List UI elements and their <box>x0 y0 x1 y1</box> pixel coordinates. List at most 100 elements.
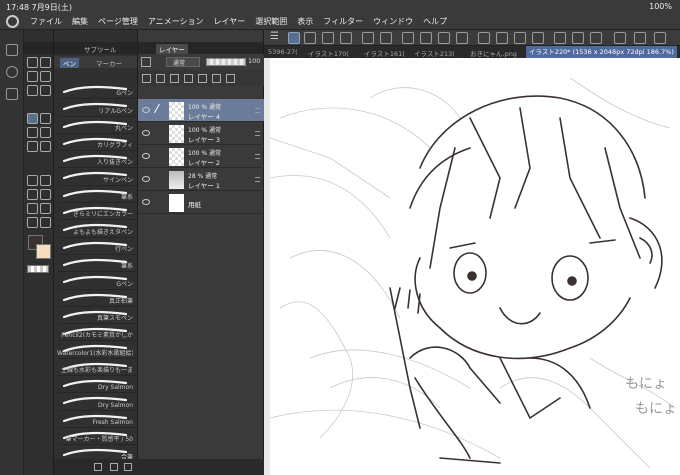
menu-icon[interactable]: ☰ <box>270 32 282 44</box>
brush-item[interactable]: よもよも描きえタペン <box>58 220 136 238</box>
snap-icon[interactable] <box>554 32 566 44</box>
visibility-eye-icon[interactable] <box>142 130 150 136</box>
layer-color-icon[interactable] <box>226 74 235 83</box>
clear-icon[interactable] <box>420 32 432 44</box>
brush-item[interactable]: 丸ペン <box>58 117 136 134</box>
layer-row-paper[interactable]: 用紙 <box>138 191 264 214</box>
line-correction-icon[interactable] <box>40 217 51 228</box>
brush-item[interactable]: サインペン <box>58 168 136 186</box>
layers-icon[interactable] <box>6 44 18 56</box>
visibility-eye-icon[interactable] <box>142 107 150 113</box>
mask-icon[interactable] <box>198 74 207 83</box>
drag-handle-icon[interactable] <box>255 131 260 136</box>
menu-window[interactable]: ウィンドウ <box>373 16 413 27</box>
move-icon[interactable] <box>40 57 51 68</box>
drag-handle-icon[interactable] <box>255 154 260 159</box>
doc-tab-3[interactable]: イラスト161( <box>364 48 405 58</box>
brush-item[interactable]: Gペン <box>58 82 136 100</box>
doc-tab-4[interactable]: イラスト213( <box>414 48 455 58</box>
app-logo-icon[interactable] <box>6 15 19 28</box>
fill-selection-icon[interactable] <box>514 32 526 44</box>
settings-icon[interactable] <box>322 32 334 44</box>
transform-icon[interactable] <box>438 32 450 44</box>
brush-item[interactable]: カリグラフィ <box>58 134 136 152</box>
tab-marker[interactable]: マーカー <box>96 58 122 68</box>
drawing-canvas[interactable]: もにょ もにょ <box>269 58 680 475</box>
airbrush-icon[interactable] <box>40 127 51 138</box>
doc-tab-active[interactable]: イラスト220* (1536 x 2048px 72dpi 186.7%) <box>526 46 677 58</box>
copy-subtool-icon[interactable] <box>110 463 118 471</box>
brush-item[interactable]: Dry Salmon <box>58 393 136 411</box>
save-icon[interactable] <box>340 32 352 44</box>
visibility-eye-icon[interactable] <box>142 176 150 182</box>
menu-view[interactable]: 表示 <box>297 16 313 27</box>
pen-check-icon[interactable] <box>614 32 626 44</box>
menu-animation[interactable]: アニメーション <box>148 16 204 27</box>
navigator-icon[interactable] <box>6 66 18 78</box>
visibility-eye-icon[interactable] <box>142 153 150 159</box>
reference-icon[interactable] <box>156 74 165 83</box>
brush-item[interactable]: ぎらミリにエンカラー <box>58 203 136 221</box>
invert-selection-icon[interactable] <box>496 32 508 44</box>
pen-pressure-icon[interactable] <box>654 32 666 44</box>
brightness-icon[interactable] <box>402 32 414 44</box>
clip-icon[interactable] <box>142 74 151 83</box>
blend-mode-select[interactable]: 通常 <box>166 57 200 67</box>
eraser-icon[interactable] <box>40 141 51 152</box>
frame-icon[interactable] <box>40 189 51 200</box>
menu-selection[interactable]: 選択範囲 <box>255 16 287 27</box>
brush-item[interactable]: リアルGペン <box>58 99 136 117</box>
layer-property-icon[interactable] <box>141 57 151 67</box>
transparent-color-swatch[interactable] <box>27 265 49 273</box>
hand-icon[interactable] <box>27 71 38 82</box>
brush-item[interactable]: 真正柏筆 <box>58 290 136 307</box>
balloon-icon[interactable] <box>27 217 38 228</box>
layer-row-4[interactable]: 100 % 通常 レイヤー 4 <box>138 99 264 122</box>
deselect-icon[interactable] <box>478 32 490 44</box>
drag-handle-icon[interactable] <box>255 108 260 113</box>
brush-item[interactable]: Fresh Salmon <box>58 411 136 428</box>
menu-edit[interactable]: 編集 <box>72 16 88 27</box>
menu-layer[interactable]: レイヤー <box>214 16 246 27</box>
layer-row-2[interactable]: 100 % 通常 レイヤー 2 <box>138 145 264 168</box>
crop-icon[interactable] <box>532 32 544 44</box>
brush-item[interactable]: Dry Salmon <box>58 376 136 394</box>
layer-icon[interactable] <box>304 32 316 44</box>
text-tool-icon[interactable] <box>40 203 51 214</box>
add-subtool-icon[interactable] <box>94 463 102 471</box>
decoration-icon[interactable] <box>27 141 38 152</box>
brush-item[interactable]: Pencil2(カモミ素質がしか <box>58 324 136 342</box>
ruler-tool-icon[interactable] <box>27 203 38 214</box>
brush-item[interactable]: Gペン <box>58 272 136 290</box>
pencil-icon[interactable] <box>40 113 51 124</box>
canvas-area[interactable]: もにょ もにょ <box>264 58 680 475</box>
undo-icon[interactable] <box>362 32 374 44</box>
pen-tool-icon[interactable] <box>27 113 38 124</box>
tab-pen[interactable]: ペン <box>60 58 79 68</box>
brush-item[interactable]: 入り抜きペン <box>58 151 136 169</box>
brush-icon[interactable] <box>27 127 38 138</box>
menu-file[interactable]: ファイル <box>30 16 62 27</box>
brush-item[interactable]: Watercolor1(水彩水歌組絵) <box>57 341 136 359</box>
brush-item[interactable]: 筆系 <box>58 255 136 273</box>
drag-handle-icon[interactable] <box>255 177 260 182</box>
brush-tool-icon[interactable] <box>288 32 300 44</box>
pen-icon[interactable] <box>634 32 646 44</box>
brush-item[interactable]: 主線も水彩も楽描りも一ま <box>58 359 136 377</box>
perspective-icon[interactable] <box>590 32 602 44</box>
zoom-icon[interactable] <box>27 57 38 68</box>
lock-transparent-icon[interactable] <box>184 74 193 83</box>
brush-item[interactable]: 筆系 <box>58 186 136 204</box>
menu-filter[interactable]: フィルター <box>323 16 363 27</box>
lasso-icon[interactable] <box>27 85 38 96</box>
opacity-slider[interactable] <box>206 58 246 66</box>
delete-subtool-icon[interactable] <box>124 463 132 471</box>
material-icon[interactable] <box>6 88 18 100</box>
rotate-icon[interactable] <box>40 71 51 82</box>
gradient-icon[interactable] <box>40 175 51 186</box>
redo-icon[interactable] <box>380 32 392 44</box>
visibility-eye-icon[interactable] <box>142 199 150 205</box>
doc-tab-1[interactable]: 5396-27( <box>268 48 298 56</box>
brush-item[interactable]: 行ペン <box>58 238 136 255</box>
canvas-icon[interactable] <box>456 32 468 44</box>
